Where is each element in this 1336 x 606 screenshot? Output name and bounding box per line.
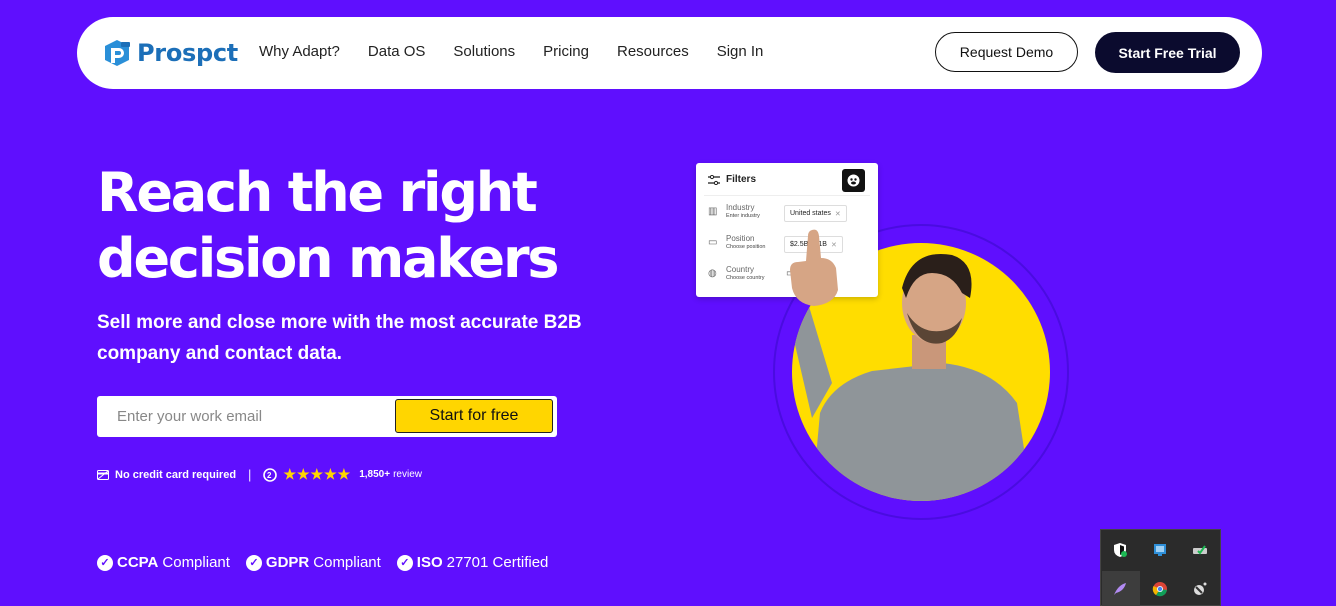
filter-row-country[interactable]: ◍ Country Choose country — [708, 265, 765, 283]
no-credit-card-text: No credit card required — [115, 468, 237, 481]
compliance-badges: ✓ CCPA Compliant ✓ GDPR Compliant ✓ ISO … — [97, 554, 564, 571]
gdpr-badge: ✓ GDPR Compliant — [245, 554, 381, 571]
building-icon: ▥ — [708, 206, 718, 217]
iso-badge: ✓ ISO 27701 Certified — [396, 554, 549, 571]
nav-link-pricing[interactable]: Pricing — [543, 43, 589, 60]
headline-line-2: decision makers — [97, 227, 560, 290]
svg-text:2: 2 — [267, 471, 272, 480]
gdpr-label: GDPR — [265, 554, 310, 571]
hero-subhead: Sell more and close more with the most a… — [97, 312, 582, 364]
start-for-free-button[interactable]: Start for free — [395, 399, 553, 433]
nav-link-solutions[interactable]: Solutions — [453, 43, 515, 60]
work-email-input[interactable] — [97, 396, 427, 437]
nav-link-data-os[interactable]: Data OS — [368, 43, 426, 60]
check-circle-icon: ✓ — [245, 554, 262, 571]
nav-link-why-adapt[interactable]: Why Adapt? — [259, 43, 340, 60]
ccpa-badge: ✓ CCPA Compliant — [97, 554, 230, 571]
remove-chip-icon[interactable]: ✕ — [835, 210, 841, 218]
filters-title: Filters — [708, 174, 756, 185]
nav-link-sign-in[interactable]: Sign In — [717, 43, 764, 60]
nav-link-resources[interactable]: Resources — [617, 43, 689, 60]
check-circle-icon: ✓ — [97, 554, 113, 571]
briefcase-icon: ▭ — [708, 237, 718, 248]
ccpa-text: Compliant — [162, 554, 230, 571]
review-count: 1,850+ — [359, 469, 391, 480]
logo-text: Prospct — [137, 39, 238, 67]
email-signup-form: Start for free — [97, 396, 557, 437]
start-free-trial-button[interactable]: Start Free Trial — [1095, 32, 1240, 73]
trust-separator: | — [248, 467, 252, 482]
iso-label: ISO — [416, 554, 443, 571]
hero-headline: Reach the right decision makers — [97, 160, 560, 292]
headline-line-1: Reach the right — [97, 161, 538, 224]
trust-row: No credit card required | 2 ★★★★★ 1,850+… — [97, 466, 422, 483]
nav-links: Why Adapt? Data OS Solutions Pricing Res… — [259, 43, 791, 60]
logo-mark-icon — [105, 40, 130, 66]
credit-card-icon — [97, 469, 109, 480]
pointing-hand — [790, 229, 838, 306]
satellite-icon[interactable] — [1190, 579, 1210, 599]
filter-row-position[interactable]: ▭ Position Choose position — [708, 234, 765, 252]
rating-stars: ★★★★★ — [283, 466, 352, 482]
network-icon[interactable] — [1150, 540, 1170, 560]
chrome-icon[interactable] — [1150, 579, 1170, 599]
shield-icon[interactable] — [1110, 540, 1130, 560]
top-navbar: Prospct Why Adapt? Data OS Solutions Pri… — [77, 17, 1262, 89]
drive-icon[interactable] — [1190, 540, 1210, 560]
gdpr-text: Compliant — [313, 554, 381, 571]
ccpa-label: CCPA — [117, 554, 159, 571]
system-tray-overflow — [1100, 529, 1221, 606]
gorilla-logo-icon — [842, 169, 865, 192]
globe-icon: ◍ — [708, 268, 717, 279]
filters-divider — [704, 195, 870, 196]
request-demo-button[interactable]: Request Demo — [935, 32, 1078, 72]
review-label: review — [393, 469, 422, 480]
filter-row-industry[interactable]: ▥ Industry Enter industry — [708, 203, 760, 221]
prospct-logo[interactable]: Prospct — [101, 38, 238, 68]
check-circle-icon: ✓ — [396, 554, 413, 571]
iso-text: 27701 Certified — [446, 554, 549, 571]
feather-icon[interactable] — [1110, 579, 1130, 599]
filter-chip-united-states[interactable]: United states ✕ — [784, 205, 847, 222]
g2-logo-icon: 2 — [263, 467, 278, 482]
sliders-icon — [708, 174, 720, 185]
